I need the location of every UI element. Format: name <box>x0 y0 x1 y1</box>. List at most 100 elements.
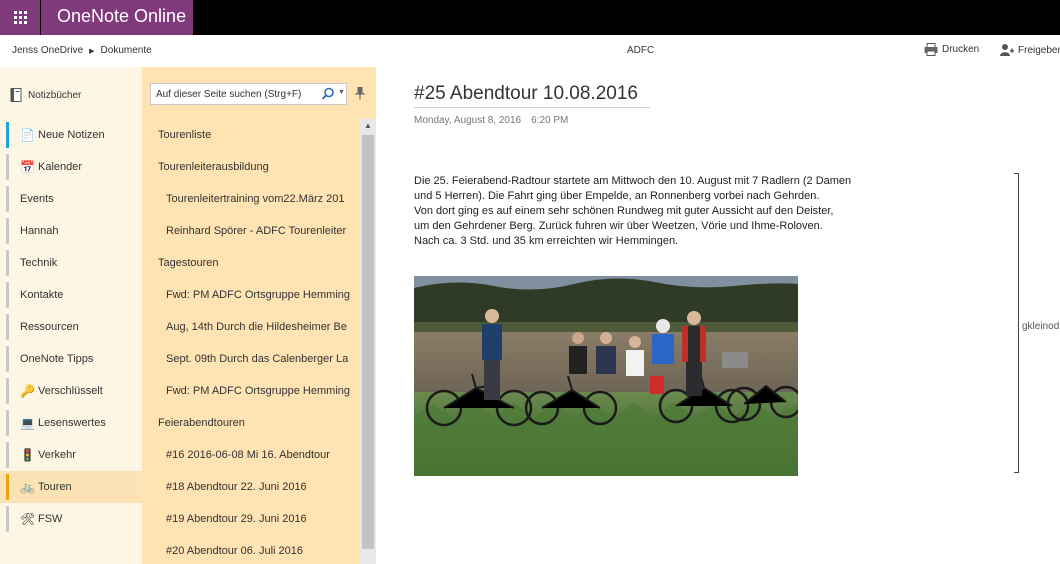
book-icon: 💻 <box>20 416 35 430</box>
subpage-item[interactable]: #20 Abendtour 06. Juli 2016 <box>142 535 356 564</box>
page-time: 6:20 PM <box>531 115 569 126</box>
section-item[interactable]: 🛠 FSW <box>0 503 142 535</box>
body-line: um den Gehrdener Berg. Zurück fuhren wir… <box>414 220 823 232</box>
subpage-item[interactable]: Fwd: PM ADFC Ortsgruppe Hemming <box>142 279 356 311</box>
page-item[interactable]: Tourenliste <box>142 119 356 151</box>
page-item[interactable]: Tourenleiterausbildung <box>142 151 356 183</box>
printer-icon <box>924 43 938 56</box>
body-line: und 5 Herren). Die Fahrt ging über Empel… <box>414 190 820 202</box>
calendar-icon: 📅 <box>20 160 35 174</box>
side-note-text: gkleinod <box>1022 321 1060 332</box>
scrollbar-thumb[interactable] <box>362 135 374 549</box>
page-title[interactable]: #25 Abendtour 10.08.2016 <box>414 83 650 108</box>
page-list: Tourenliste Tourenleiterausbildung Tourenl… <box>142 119 356 564</box>
subpage-item[interactable]: Fwd: PM ADFC Ortsgruppe Hemming <box>142 375 356 407</box>
section-item-label: Technik <box>20 257 58 269</box>
section-color-bar <box>6 346 9 372</box>
section-item[interactable]: 💻 Lesenswertes <box>0 407 142 439</box>
search-icon[interactable] <box>321 87 335 101</box>
notebooks-label: Notizbücher <box>28 89 82 101</box>
section-item-label: Hannah <box>20 225 59 237</box>
share-button[interactable]: Freigeben <box>1000 43 1060 57</box>
body-line: Nach ca. 3 Std. und 35 km erreichten wir… <box>414 235 679 247</box>
section-item[interactable]: OneNote Tipps <box>0 343 142 375</box>
page-body[interactable]: Die 25. Feierabend-Radtour startete am M… <box>414 174 934 249</box>
subpage-item[interactable]: Aug, 14th Durch die Hildesheimer Be <box>142 311 356 343</box>
document-name: ADFC <box>627 45 655 56</box>
section-color-bar <box>6 122 9 148</box>
section-item[interactable]: Hannah <box>0 215 142 247</box>
section-item-label: OneNote Tipps <box>20 353 94 365</box>
pin-icon[interactable] <box>355 86 365 100</box>
page-date: Monday, August 8, 2016 <box>414 115 522 126</box>
traffic-light-icon: 🚦 <box>20 448 35 462</box>
section-color-bar <box>6 506 9 532</box>
section-item-label: Ressourcen <box>20 321 79 333</box>
section-item-label: FSW <box>38 513 63 525</box>
chevron-right-icon: ▶ <box>89 47 95 55</box>
page-item[interactable]: Feierabendtouren <box>142 407 356 439</box>
section-item-label: Neue Notizen <box>38 129 105 141</box>
section-item[interactable]: 🔑 Verschlüsselt <box>0 375 142 407</box>
search-placeholder: Auf dieser Seite suchen (Strg+F) <box>156 89 302 100</box>
section-item-label: Lesenswertes <box>38 417 106 429</box>
section-color-bar <box>6 218 9 244</box>
section-item-label: Verschlüsselt <box>38 385 103 397</box>
add-person-icon <box>1000 44 1014 56</box>
section-item-label: Events <box>20 193 54 205</box>
group-photo-image[interactable] <box>414 276 798 476</box>
app-title[interactable]: OneNote Online <box>41 0 193 35</box>
section-color-bar <box>6 282 9 308</box>
section-item[interactable]: 📅 Kalender <box>0 151 142 183</box>
page-item[interactable]: Tagestouren <box>142 247 356 279</box>
command-bar: Jenss OneDrive ▶ Dokumente ADFC Drucken … <box>0 35 1060 67</box>
section-item[interactable]: 📄 Neue Notizen <box>0 119 142 151</box>
app-bar: OneNote Online <box>0 0 1060 35</box>
section-color-bar <box>6 378 9 404</box>
section-item-label: Touren <box>38 481 72 493</box>
breadcrumb-documents[interactable]: Dokumente <box>101 45 152 56</box>
print-label: Drucken <box>942 44 980 55</box>
scroll-up-icon[interactable]: ▲ <box>360 119 376 133</box>
waffle-icon <box>13 11 27 24</box>
section-item-label: Verkehr <box>38 449 76 461</box>
breadcrumb-onedrive[interactable]: Jenss OneDrive <box>12 45 83 56</box>
subpage-item[interactable]: Reinhard Spörer - ADFC Tourenleiter <box>142 215 356 247</box>
page-canvas: #25 Abendtour 10.08.2016 Monday, August … <box>376 67 1060 564</box>
app-launcher-button[interactable] <box>0 0 40 35</box>
section-item[interactable]: Kontakte <box>0 279 142 311</box>
body-line: Von dort ging es auf einem sehr schönen … <box>414 205 834 217</box>
section-color-bar <box>6 154 9 180</box>
section-item-label: Kontakte <box>20 289 64 301</box>
section-item[interactable]: 🚦 Verkehr <box>0 439 142 471</box>
onenote-app: OneNote Online Jenss OneDrive ▶ Dokument… <box>0 0 1060 564</box>
page-pane: Auf dieser Seite suchen (Strg+F) ▼ Toure… <box>142 67 376 564</box>
section-item[interactable]: 🚲 Touren <box>0 471 142 503</box>
section-color-bar <box>6 442 9 468</box>
share-label: Freigeben <box>1018 44 1060 56</box>
notebooks-button[interactable]: Notizbücher <box>10 88 81 102</box>
search-input[interactable]: Auf dieser Seite suchen (Strg+F) ▼ <box>150 83 347 105</box>
subpage-item[interactable]: Tourenleitertraining vom22.März 201 <box>142 183 356 215</box>
subpage-item[interactable]: Sept. 09th Durch das Calenberger La <box>142 343 356 375</box>
page-timestamp: Monday, August 8, 2016 6:20 PM <box>414 115 568 126</box>
bicycle-icon: 🚲 <box>20 480 35 494</box>
subpage-item[interactable]: #16 2016-06-08 Mi 16. Abendtour <box>142 439 356 471</box>
page-bracket <box>1014 173 1019 473</box>
notes-icon: 📄 <box>20 128 35 142</box>
section-item[interactable]: Technik <box>0 247 142 279</box>
page-list-scrollbar[interactable]: ▲ <box>360 119 376 564</box>
breadcrumb: Jenss OneDrive ▶ Dokumente <box>12 45 152 56</box>
section-item[interactable]: Events <box>0 183 142 215</box>
key-icon: 🔑 <box>20 384 35 398</box>
section-pane: Notizbücher 📄 Neue Notizen 📅 Kalender Events… <box>0 67 142 564</box>
subpage-item[interactable]: #19 Abendtour 29. Juni 2016 <box>142 503 356 535</box>
section-item[interactable]: Ressourcen <box>0 311 142 343</box>
section-color-bar <box>6 314 9 340</box>
section-color-bar <box>6 186 9 212</box>
section-color-bar <box>6 474 9 500</box>
body-line: Die 25. Feierabend-Radtour startete am M… <box>414 175 852 187</box>
subpage-item[interactable]: #18 Abendtour 22. Juni 2016 <box>142 471 356 503</box>
print-button[interactable]: Drucken <box>924 43 979 56</box>
chevron-down-icon[interactable]: ▼ <box>338 89 345 96</box>
